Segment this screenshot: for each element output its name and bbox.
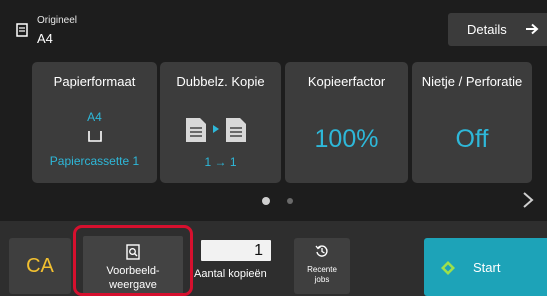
tile-title: Kopieerfactor bbox=[307, 74, 386, 89]
recent-jobs-button[interactable]: Recente jobs bbox=[294, 238, 350, 294]
page-indicator-inactive[interactable] bbox=[287, 198, 293, 204]
copy-ratio-tile[interactable]: Kopieerfactor 100% bbox=[285, 62, 408, 183]
preview-label: Voorbeeld- weergave bbox=[83, 264, 183, 292]
top-bar: Origineel A4 Details bbox=[0, 0, 547, 50]
clear-all-button[interactable]: CA bbox=[9, 238, 71, 294]
paper-size-tile[interactable]: Papierformaat A4 Papiercassette 1 bbox=[32, 62, 157, 183]
paper-tray-icon bbox=[88, 131, 102, 142]
paper-size-value: A4 bbox=[87, 110, 102, 124]
tile-title: Dubbelz. Kopie bbox=[176, 74, 265, 89]
copy-ratio-value: 100% bbox=[314, 125, 379, 153]
staple-punch-tile[interactable]: Nietje / Perforatie Off bbox=[412, 62, 532, 183]
tile-title: Nietje / Perforatie bbox=[421, 74, 523, 89]
duplex-copy-tile[interactable]: Dubbelz. Kopie 1 → 1 bbox=[160, 62, 281, 183]
clear-all-label: CA bbox=[26, 254, 54, 277]
original-label: Origineel bbox=[37, 15, 78, 26]
preview-label-line2: weergave bbox=[109, 279, 157, 291]
recent-jobs-label-line1: Recente bbox=[307, 265, 337, 274]
original-document-icon bbox=[16, 23, 28, 37]
duplex-mode-value: 1 → 1 bbox=[204, 155, 237, 169]
paper-tray-value: Papiercassette 1 bbox=[49, 154, 140, 168]
preview-icon bbox=[126, 244, 140, 260]
preview-button[interactable]: Voorbeeld- weergave bbox=[83, 236, 183, 294]
details-label: Details bbox=[467, 22, 507, 37]
tile-title: Papierformaat bbox=[53, 74, 136, 89]
page-indicator-active bbox=[262, 197, 270, 205]
staple-punch-value: Off bbox=[455, 125, 489, 153]
details-button[interactable]: Details bbox=[448, 13, 547, 46]
copies-label: Aantal kopieën bbox=[194, 268, 267, 280]
recent-jobs-label-line2: jobs bbox=[314, 275, 330, 284]
recent-jobs-label: Recente jobs bbox=[294, 265, 350, 285]
chevron-right-icon[interactable] bbox=[522, 191, 534, 209]
arrow-right-icon bbox=[526, 23, 539, 35]
original-size-value: A4 bbox=[37, 31, 53, 46]
start-diamond-icon bbox=[441, 261, 455, 275]
copies-input[interactable]: 1 bbox=[201, 240, 271, 261]
preview-label-line1: Voorbeeld- bbox=[106, 265, 160, 277]
start-label: Start bbox=[473, 260, 501, 275]
duplex-copy-icon bbox=[186, 118, 246, 142]
history-icon bbox=[315, 245, 328, 257]
start-button[interactable]: Start bbox=[424, 238, 547, 296]
